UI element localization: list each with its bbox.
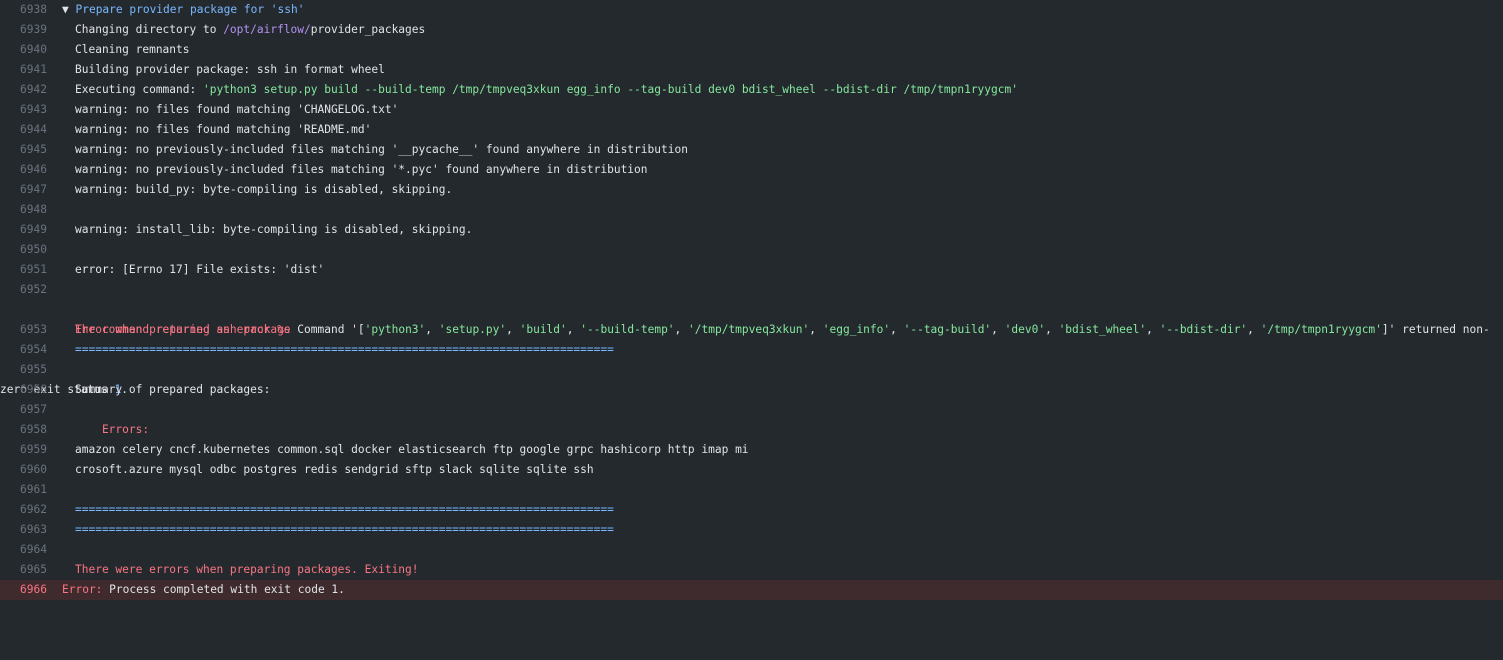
log-line: 6965 There were errors when preparing pa… <box>0 560 1503 580</box>
separator-line: ========================================… <box>75 523 614 536</box>
final-error-line: 6966 Error: Process completed with exit … <box>0 580 1503 600</box>
line-number[interactable]: 6955 <box>0 360 47 380</box>
line-number[interactable]: 6953 <box>0 320 47 340</box>
log-text: Building provider package: ssh in format… <box>75 63 385 76</box>
log-text: warning: install_lib: byte-compiling is … <box>75 223 473 236</box>
line-number[interactable]: 6940 <box>0 40 47 60</box>
line-number[interactable]: 6951 <box>0 260 47 280</box>
line-number[interactable]: 6938 <box>0 0 47 20</box>
line-number[interactable]: 6962 <box>0 500 47 520</box>
log-text: warning: no previously-included files ma… <box>75 143 688 156</box>
log-line: 6957 <box>0 400 1503 420</box>
group-title: Prepare provider package for 'ssh' <box>75 3 305 16</box>
line-number[interactable]: 6947 <box>0 180 47 200</box>
log-text: warning: no files found matching 'CHANGE… <box>75 103 399 116</box>
log-text: error: [Errno 17] File exists: 'dist' <box>75 263 325 276</box>
line-number[interactable]: 6957 <box>0 400 47 420</box>
log-line: 6949 warning: install_lib: byte-compilin… <box>0 220 1503 240</box>
log-line: 6940 Cleaning remnants <box>0 40 1503 60</box>
log-text: crosoft.azure mysql odbc postgres redis … <box>75 463 594 476</box>
line-number[interactable]: 6961 <box>0 480 47 500</box>
log-line: 6956 Summary of prepared packages: <box>0 380 1503 400</box>
error-message: Error when preparing ssh package <box>75 323 291 336</box>
log-line: 6945 warning: no previously-included fil… <box>0 140 1503 160</box>
line-number[interactable]: 6959 <box>0 440 47 460</box>
line-number[interactable]: 6942 <box>0 80 47 100</box>
log-text: warning: build_py: byte-compiling is dis… <box>75 183 453 196</box>
log-text: amazon celery cncf.kubernetes common.sql… <box>75 443 749 456</box>
log-line: 6943 warning: no files found matching 'C… <box>0 100 1503 120</box>
line-number[interactable]: 6945 <box>0 140 47 160</box>
line-number[interactable]: 6939 <box>0 20 47 40</box>
path-prefix: /opt/airflow/ <box>223 23 311 36</box>
separator-line: ========================================… <box>75 343 614 356</box>
log-viewer: 6938 ▼ Prepare provider package for 'ssh… <box>0 0 1503 601</box>
line-number[interactable]: 6944 <box>0 120 47 140</box>
line-number[interactable]: 6943 <box>0 100 47 120</box>
log-line: 6960 crosoft.azure mysql odbc postgres r… <box>0 460 1503 480</box>
log-text: Summary of prepared packages: <box>75 383 271 396</box>
line-number[interactable]: 6965 <box>0 560 47 580</box>
group-header[interactable]: ▼ Prepare provider package for 'ssh' <box>62 0 1463 20</box>
log-text: warning: no files found matching 'README… <box>75 123 372 136</box>
line-number[interactable]: 6948 <box>0 200 47 220</box>
line-number[interactable]: 6964 <box>0 540 47 560</box>
line-number[interactable]: 6941 <box>0 60 47 80</box>
log-line: 6963 ===================================… <box>0 520 1503 540</box>
log-line: 6939 Changing directory to /opt/airflow/… <box>0 20 1503 40</box>
log-text: warning: no previously-included files ma… <box>75 163 648 176</box>
error-message: There were errors when preparing package… <box>75 563 419 576</box>
line-number[interactable]: 6952 <box>0 280 47 300</box>
log-line: 6951 error: [Errno 17] File exists: 'dis… <box>0 260 1503 280</box>
log-line: 6948 <box>0 200 1503 220</box>
line-number[interactable]: 6958 <box>0 420 47 440</box>
log-text: Executing command: <box>75 83 203 96</box>
log-line: 6944 warning: no files found matching 'R… <box>0 120 1503 140</box>
log-line: 6962 ===================================… <box>0 500 1503 520</box>
log-line: 6946 warning: no previously-included fil… <box>0 160 1503 180</box>
log-line: 6958 Errors: <box>0 420 1503 440</box>
log-text: Changing directory to <box>75 23 224 36</box>
log-line: 6950 <box>0 240 1503 260</box>
log-line: 6938 ▼ Prepare provider package for 'ssh… <box>0 0 1503 20</box>
log-text: Process completed with exit code 1. <box>102 583 345 596</box>
log-line: 6947 warning: build_py: byte-compiling i… <box>0 180 1503 200</box>
log-line: 6959 amazon celery cncf.kubernetes commo… <box>0 440 1503 460</box>
log-line: 6961 <box>0 480 1503 500</box>
log-line: 6955 <box>0 360 1503 380</box>
line-number[interactable]: 6966 <box>0 580 47 600</box>
line-number[interactable]: 6950 <box>0 240 47 260</box>
path-rest: provider_packages <box>310 23 426 36</box>
log-text: Cleaning remnants <box>75 43 190 56</box>
line-number[interactable]: 6956 <box>0 380 47 400</box>
line-number[interactable]: 6954 <box>0 340 47 360</box>
log-line: 6941 Building provider package: ssh in f… <box>0 60 1503 80</box>
line-number[interactable]: 6949 <box>0 220 47 240</box>
separator-line: ========================================… <box>75 503 614 516</box>
line-number[interactable]: 6946 <box>0 160 47 180</box>
line-number[interactable]: 6963 <box>0 520 47 540</box>
collapse-triangle-icon[interactable]: ▼ <box>62 3 75 16</box>
log-line: 6954 ===================================… <box>0 340 1503 360</box>
log-line: 6942 Executing command: 'python3 setup.p… <box>0 80 1503 100</box>
errors-heading: Errors: <box>75 423 150 436</box>
line-number[interactable]: 6960 <box>0 460 47 480</box>
log-line: 6964 <box>0 540 1503 560</box>
log-line: 6952 The command returned an error %s Co… <box>0 280 1503 396</box>
command-string: 'python3 setup.py build --build-temp /tm… <box>202 83 1018 96</box>
error-prefix: Error: <box>62 583 103 596</box>
log-line: 6953 Error when preparing ssh package <box>0 320 1503 340</box>
